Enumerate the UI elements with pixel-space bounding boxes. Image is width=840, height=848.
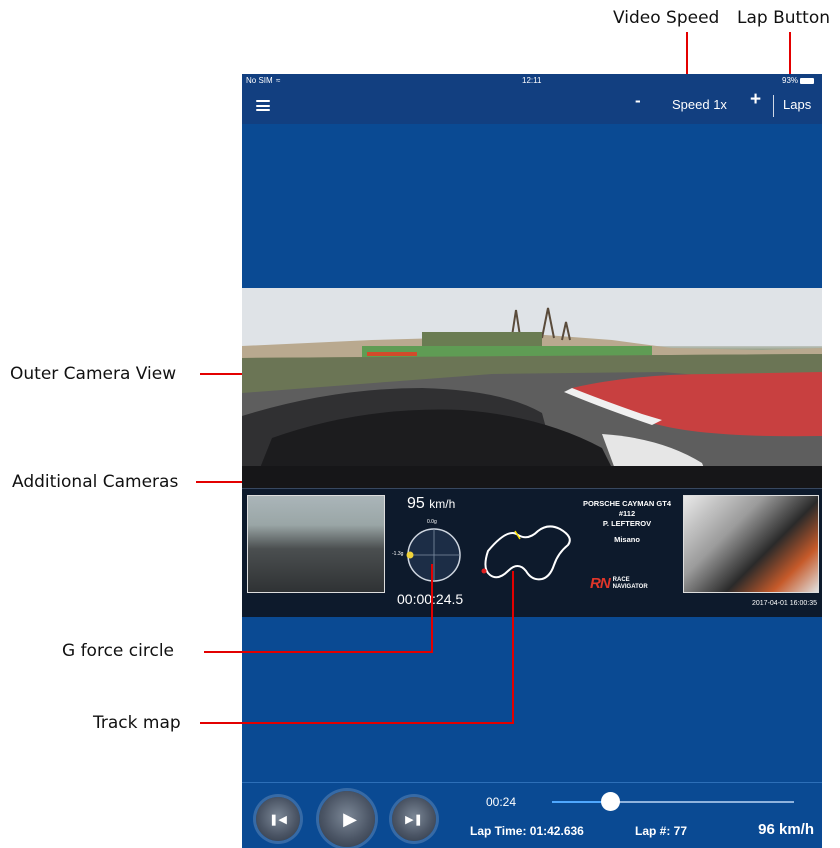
pointer-line-trackmap-h: [200, 722, 514, 724]
outer-camera-scene: [242, 288, 822, 488]
race-navigator-logo: RN RACE NAVIGATOR: [590, 575, 648, 592]
lap-number: Lap #: 77: [635, 824, 688, 838]
pointer-line-gforce-h: [204, 651, 433, 653]
g-force-circle: [406, 528, 461, 582]
annotation-g-force: G force circle: [62, 641, 175, 661]
annotation-video-speed: Video Speed: [613, 8, 720, 28]
g-top-label: 0.0g: [427, 519, 437, 525]
carrier-label: No SIM: [246, 76, 273, 85]
additional-camera-right[interactable]: [683, 495, 819, 593]
previous-button[interactable]: ❚◀: [256, 797, 300, 841]
driver-name: P. LEFTEROV: [602, 519, 652, 528]
g-left-label: -1.3g: [392, 551, 404, 557]
track-start-marker: [481, 568, 487, 574]
pointer-line-trackmap-v: [512, 571, 514, 724]
car-info: PORSCHE CAYMAN GT4 #112 P. LEFTEROV Misa…: [567, 499, 687, 545]
nav-bar: - Speed 1x + Laps: [242, 88, 822, 124]
lap-time: Lap Time: 01:42.636: [470, 824, 584, 838]
playback-bar: ❚◀ ▶ ▶❚ 00:24 Lap Time: 01:42.636 Lap #:…: [242, 782, 822, 848]
pointer-line-outer-camera: [200, 373, 248, 375]
overlay-datetime: 2017-04-01 16:00:35: [752, 600, 817, 607]
annotation-track-map: Track map: [93, 713, 181, 733]
annotation-lap-button: Lap Button: [737, 8, 831, 28]
brand-mark: RN: [590, 575, 611, 592]
skip-back-icon: ❚◀: [269, 813, 287, 826]
current-speed: 96 km/h: [758, 821, 814, 838]
speed-label: Speed 1x: [672, 97, 727, 112]
outer-camera-view[interactable]: [242, 288, 822, 488]
telemetry-overlay: 95 km/h 0.0g -1.3g 00:00:24.5 PORSCHE CA…: [242, 488, 822, 617]
skip-forward-icon: ▶❚: [405, 813, 423, 826]
pointer-line-gforce-v: [431, 564, 433, 652]
app-screen: No SIM ≈ 12:11 93% - Speed 1x + Laps 95 …: [242, 74, 822, 848]
brand-line1: RACE: [612, 576, 630, 583]
brand-line2: NAVIGATOR: [612, 583, 648, 590]
overlay-speed-unit: km/h: [429, 497, 456, 511]
battery-label: 93%: [782, 76, 799, 85]
status-bar: No SIM ≈ 12:11 93%: [242, 74, 822, 88]
speed-decrease-button[interactable]: -: [635, 91, 641, 111]
seek-slider[interactable]: [552, 792, 794, 811]
menu-icon[interactable]: [256, 100, 270, 111]
current-time: 00:24: [486, 795, 517, 809]
overlay-speed: 95 km/h: [407, 495, 455, 513]
laps-button[interactable]: Laps: [783, 97, 811, 112]
g-force-dot: [406, 551, 414, 559]
annotation-additional-cameras: Additional Cameras: [12, 472, 179, 492]
play-button[interactable]: ▶: [319, 791, 375, 847]
seek-thumb[interactable]: [601, 792, 621, 811]
annotation-outer-camera: Outer Camera View: [10, 364, 177, 384]
clock-label: 12:11: [522, 76, 542, 85]
additional-camera-left[interactable]: [247, 495, 385, 593]
next-button[interactable]: ▶❚: [392, 797, 436, 841]
track-name: Misano: [614, 535, 640, 544]
car-model: PORSCHE CAYMAN GT4: [582, 499, 672, 508]
battery-icon: [800, 78, 814, 84]
car-number: #112: [618, 509, 636, 518]
navbar-separator: [773, 95, 774, 117]
wifi-icon: ≈: [276, 76, 281, 85]
overlay-speed-value: 95: [407, 495, 425, 512]
speed-increase-button[interactable]: +: [750, 89, 761, 111]
play-icon: ▶: [343, 808, 357, 829]
